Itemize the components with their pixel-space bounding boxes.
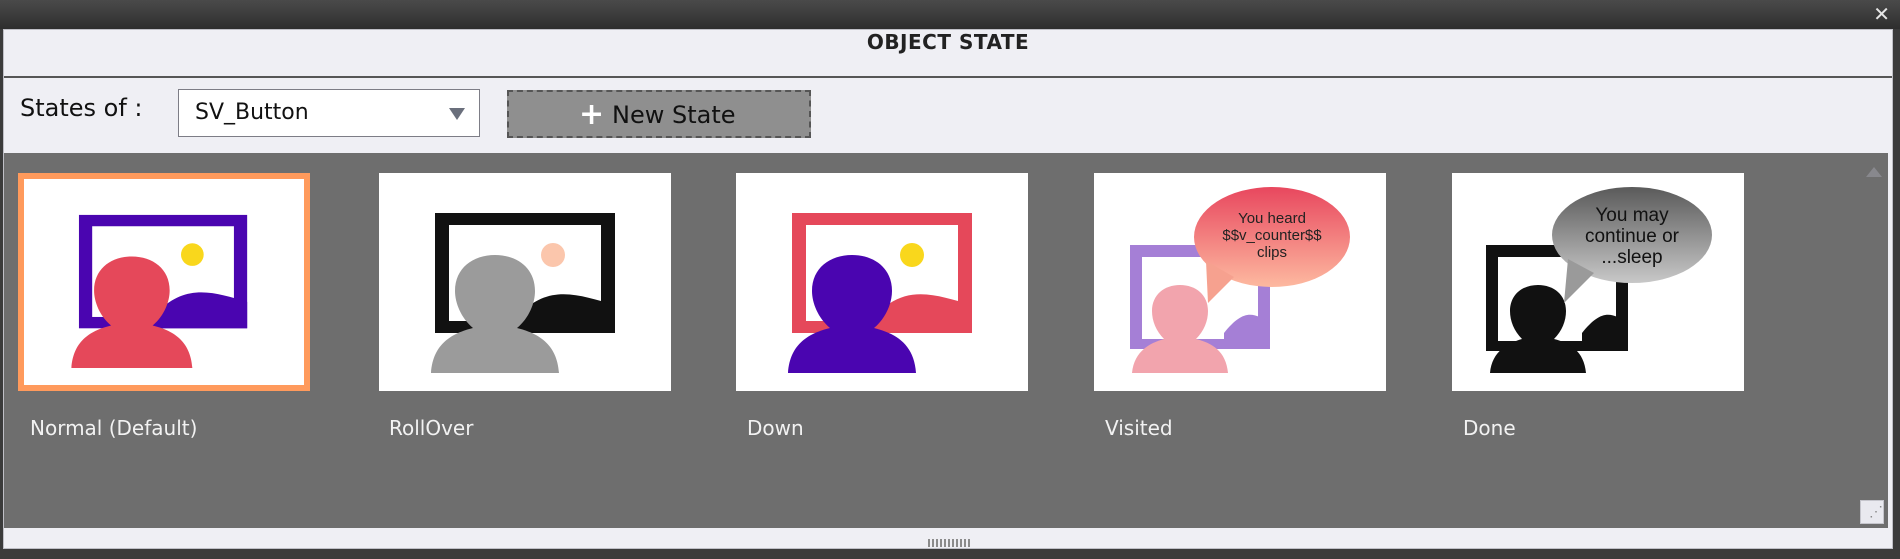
speech-bubble-line: continue or bbox=[1585, 226, 1680, 247]
object-select[interactable]: SV_Button bbox=[178, 89, 480, 137]
state-thumbnail-done[interactable]: You may continue or ...sleep bbox=[1452, 173, 1744, 391]
states-of-label: States of : bbox=[20, 94, 143, 122]
speech-bubble-line: You may bbox=[1595, 205, 1669, 226]
picture-person-speech-icon: You may continue or ...sleep bbox=[1486, 187, 1712, 373]
plus-icon: + bbox=[579, 97, 605, 132]
states-area: Normal (Default) RollOver Down You heard… bbox=[4, 153, 1888, 528]
state-label-normal: Normal (Default) bbox=[30, 416, 198, 440]
picture-person-icon bbox=[788, 213, 972, 373]
window-titlebar: ✕ bbox=[0, 0, 1900, 29]
speech-bubble-line: clips bbox=[1257, 244, 1287, 261]
scroll-up-icon[interactable] bbox=[1866, 167, 1882, 177]
panel-title: OBJECT STATE bbox=[4, 30, 1892, 78]
object-state-panel: OBJECT STATE States of : SV_Button + New… bbox=[3, 29, 1893, 549]
state-label-rollover: RollOver bbox=[389, 416, 474, 440]
speech-bubble-line: $$v_counter$$ bbox=[1222, 227, 1322, 244]
picture-person-icon bbox=[431, 213, 615, 373]
state-label-done: Done bbox=[1463, 416, 1516, 440]
splitter-grip[interactable] bbox=[928, 539, 972, 547]
new-state-button[interactable]: + New State bbox=[507, 90, 811, 138]
close-icon[interactable]: ✕ bbox=[1873, 4, 1890, 24]
picture-person-icon bbox=[71, 214, 248, 368]
state-thumbnail-rollover[interactable] bbox=[379, 173, 671, 391]
new-state-label: New State bbox=[612, 101, 736, 129]
state-thumbnail-visited[interactable]: You heard $$v_counter$$ clips bbox=[1094, 173, 1386, 391]
state-thumbnail-down[interactable] bbox=[736, 173, 1028, 391]
picture-person-speech-icon: You heard $$v_counter$$ clips bbox=[1130, 187, 1350, 373]
chevron-down-icon[interactable] bbox=[449, 108, 465, 120]
state-thumbnail-normal[interactable] bbox=[18, 173, 310, 391]
state-label-visited: Visited bbox=[1105, 416, 1173, 440]
state-label-down: Down bbox=[747, 416, 804, 440]
object-select-value: SV_Button bbox=[195, 100, 309, 125]
speech-bubble-line: ...sleep bbox=[1601, 247, 1662, 268]
speech-bubble-line: You heard bbox=[1238, 210, 1306, 227]
resize-handle[interactable]: ⋰ bbox=[1860, 500, 1884, 524]
